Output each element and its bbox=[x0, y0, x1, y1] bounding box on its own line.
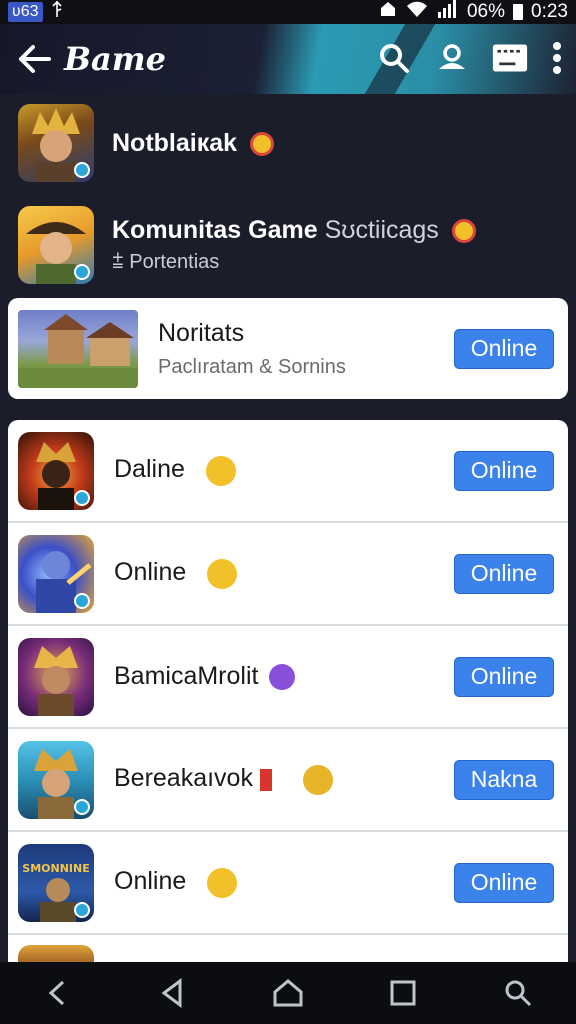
game-avatar bbox=[18, 945, 94, 962]
table-row[interactable]: SMONNINE Online Online bbox=[8, 832, 568, 935]
online-button[interactable]: Online bbox=[454, 450, 554, 491]
online-button[interactable]: Online bbox=[454, 553, 554, 594]
emoji-icon bbox=[205, 455, 236, 486]
back-arrow-icon bbox=[19, 45, 51, 73]
search-icon bbox=[380, 44, 409, 73]
featured-row: Noritats Paclıratam & Sornins Online bbox=[8, 298, 568, 399]
emoji-icon bbox=[451, 219, 476, 244]
game-name: Online bbox=[114, 558, 454, 589]
verified-badge bbox=[74, 592, 90, 609]
table-row[interactable]: Online Online bbox=[8, 523, 568, 626]
game-list: Notblaікak Komunitas Game Sʊctiicags ⩲ P… bbox=[0, 94, 576, 962]
keyboard-icon bbox=[492, 44, 528, 72]
verified-badge bbox=[74, 162, 90, 178]
emoji-icon bbox=[302, 764, 333, 795]
game-avatar bbox=[18, 637, 94, 716]
game-name: Online bbox=[114, 867, 454, 898]
game-avatar bbox=[18, 104, 94, 182]
search-button[interactable] bbox=[376, 38, 412, 78]
app-title: Bame bbox=[64, 40, 166, 78]
clock: 0:23 bbox=[531, 1, 568, 22]
game-name: Daline bbox=[114, 455, 454, 486]
game-avatar: SMONNINE bbox=[18, 843, 94, 922]
game-avatar bbox=[18, 534, 94, 613]
table-row[interactable]: Daline Online bbox=[8, 420, 568, 523]
featured-title: Noritats bbox=[158, 318, 245, 347]
list-item[interactable]: Komunitas Game Sʊctiicags ⩲ Portentias bbox=[0, 190, 576, 300]
profile-button[interactable] bbox=[434, 38, 470, 78]
game-avatar bbox=[18, 206, 94, 284]
keyboard-button[interactable] bbox=[492, 38, 528, 78]
signal-icon bbox=[437, 0, 459, 24]
back-triangle-icon bbox=[161, 978, 182, 1008]
game-name: Bereakaıvok bbox=[114, 764, 454, 795]
recents-icon bbox=[390, 980, 416, 1006]
thumb-logo-text: SMONNINE bbox=[22, 861, 90, 875]
item-title: Komunitas Game Sʊctiicags bbox=[112, 216, 476, 245]
nakna-button[interactable]: Nakna bbox=[454, 759, 554, 800]
wifi-icon bbox=[405, 0, 429, 24]
usb-icon bbox=[51, 0, 63, 24]
online-button[interactable]: Online bbox=[454, 328, 554, 369]
nav-home-button[interactable] bbox=[263, 968, 313, 1018]
featured-thumbnail bbox=[18, 309, 138, 388]
home-icon bbox=[273, 979, 303, 1007]
featured-subtitle: Paclıratam & Sornins bbox=[158, 355, 346, 378]
nav-recents-button[interactable] bbox=[378, 968, 428, 1018]
table-row[interactable]: BamicaMrolit Online bbox=[8, 626, 568, 729]
back-chevron-icon bbox=[48, 980, 64, 1006]
profile-icon bbox=[439, 44, 465, 69]
battery-percent: 06% bbox=[466, 1, 506, 22]
emoji-icon bbox=[250, 131, 274, 156]
verified-badge bbox=[74, 264, 90, 280]
system-nav-bar bbox=[0, 962, 576, 1024]
status-bar: ʋ63 06% 0:23 bbox=[0, 0, 576, 24]
list-item[interactable]: Notblaікak bbox=[0, 94, 576, 192]
back-button[interactable] bbox=[14, 39, 54, 79]
notification-icon bbox=[379, 0, 397, 24]
table-row-partial[interactable] bbox=[8, 935, 568, 962]
carrier-label: ʋ63 bbox=[8, 2, 43, 22]
verified-badge bbox=[74, 489, 90, 506]
table-row[interactable]: Bereakaıvok Nakna bbox=[8, 729, 568, 832]
more-vert-icon bbox=[553, 42, 561, 74]
item-title: Notblaікak bbox=[112, 129, 274, 158]
game-list-card: Daline Online Online Online BamicaMrolit bbox=[8, 420, 568, 962]
emoji-icon bbox=[207, 558, 238, 589]
featured-card[interactable]: Noritats Paclıratam & Sornins Online bbox=[8, 298, 568, 399]
tag-icon bbox=[259, 768, 272, 791]
nav-back-triangle-button[interactable] bbox=[148, 968, 198, 1018]
online-button[interactable]: Online bbox=[454, 656, 554, 697]
nav-search-button[interactable] bbox=[493, 968, 543, 1018]
item-subtitle: ⩲ Portentias bbox=[112, 251, 220, 273]
game-avatar bbox=[18, 740, 94, 819]
search-icon bbox=[505, 980, 532, 1007]
game-avatar bbox=[18, 431, 94, 510]
verified-badge bbox=[74, 901, 90, 918]
game-name: BamicaMrolit bbox=[114, 662, 454, 691]
more-button[interactable] bbox=[550, 38, 564, 78]
battery-icon bbox=[513, 4, 524, 20]
online-button[interactable]: Online bbox=[454, 862, 554, 903]
nav-back-button[interactable] bbox=[33, 968, 83, 1018]
verified-badge bbox=[74, 798, 90, 815]
emoji-icon bbox=[269, 664, 296, 691]
app-bar: Bame bbox=[0, 24, 576, 94]
emoji-icon bbox=[207, 867, 238, 898]
